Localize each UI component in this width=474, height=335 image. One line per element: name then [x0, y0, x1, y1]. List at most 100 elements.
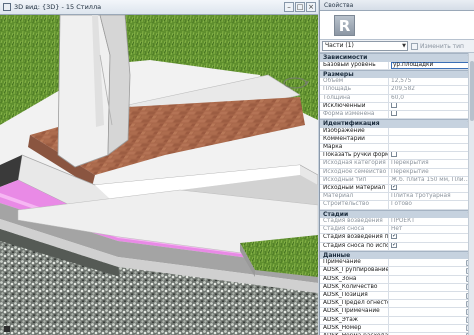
property-row[interactable]: Стадия сноса Нет [320, 226, 474, 235]
view-icon [3, 3, 11, 11]
property-row[interactable]: Материал Плитка тротуарная [320, 193, 474, 202]
property-value-text: Нет [391, 226, 403, 233]
property-value[interactable] [389, 267, 474, 274]
property-checkbox[interactable] [391, 184, 397, 190]
instance-bar: Части (1) ▼ Изменить тип [320, 40, 474, 53]
property-value[interactable] [389, 144, 474, 151]
view-titlebar[interactable]: 3D вид: {3D} - 15 Стилла – □ × [0, 0, 318, 15]
property-name: ADSK_Количество [320, 283, 389, 291]
close-button[interactable]: × [306, 2, 316, 12]
property-value: 209,582 [389, 86, 474, 93]
property-checkbox[interactable] [391, 152, 397, 158]
property-row[interactable]: Исходное семейство Перекрытие [320, 168, 474, 177]
property-row[interactable]: Базовый уровень ур.площадки [320, 61, 474, 70]
property-group-header[interactable]: Данные⌃ [320, 250, 474, 260]
property-row[interactable]: ADSK_Количество [320, 283, 474, 292]
property-row[interactable]: ADSK_Этаж [320, 316, 474, 325]
property-name: Исходное семейство [320, 168, 389, 176]
property-row[interactable]: Площадь 209,582 [320, 86, 474, 95]
property-value[interactable] [389, 152, 474, 159]
properties-scrollbar[interactable] [468, 53, 474, 335]
property-value[interactable] [389, 110, 474, 118]
property-value-text: ПРОЕКТ [391, 218, 415, 224]
property-value[interactable] [389, 292, 474, 299]
property-value-text: Ж.б. плита 150 мм, Пли... [391, 176, 470, 183]
property-row[interactable]: Исключенный [320, 102, 474, 111]
property-row[interactable]: Исходный материал [320, 184, 474, 194]
property-value[interactable] [389, 284, 474, 291]
property-row[interactable]: Стадия возведения ПРОЕКТ [320, 218, 474, 227]
property-name: Примечание [320, 259, 389, 267]
property-group-label: Идентификация [323, 120, 380, 128]
property-value[interactable] [389, 300, 474, 307]
instance-filter-dropdown[interactable]: Части (1) ▼ [322, 41, 408, 51]
property-row[interactable]: ADSK_Номер [320, 324, 474, 333]
properties-palette[interactable]: Свойства R Части (1) ▼ Изменить тип Зави… [319, 0, 474, 335]
property-group-header[interactable]: Идентификация⌃ [320, 119, 474, 128]
property-name: ADSK_Примечание [320, 308, 389, 316]
property-group-header[interactable]: Стадии⌃ [320, 209, 474, 218]
property-checkbox[interactable] [391, 242, 397, 248]
property-row[interactable]: Исходная категория Перекрытия [320, 160, 474, 169]
property-edit-field[interactable]: ур.площадки [391, 61, 474, 69]
property-row[interactable]: ADSK_Зона [320, 275, 474, 284]
property-value[interactable]: ур.площадки [389, 61, 474, 69]
property-row[interactable]: ADSK_Позиция [320, 292, 474, 301]
property-value[interactable] [389, 259, 474, 266]
property-value[interactable] [389, 276, 474, 283]
property-row[interactable]: Комментарии [320, 135, 474, 144]
edit-type-icon [411, 42, 418, 50]
view-title: 3D вид: {3D} - 15 Стилла [14, 3, 102, 11]
property-row[interactable]: Марка [320, 144, 474, 153]
scrollbar-thumb[interactable] [470, 61, 474, 121]
property-name: Комментарии [320, 135, 389, 143]
property-name: Изображение [320, 127, 389, 135]
type-selector[interactable]: R [320, 11, 474, 40]
property-value-text: 60,0 [391, 94, 404, 101]
property-name: Исходный тип [320, 176, 389, 184]
property-value[interactable] [389, 102, 474, 110]
edit-type-button[interactable]: Изменить тип [411, 41, 464, 51]
property-group-label: Зависимости [323, 54, 368, 61]
property-value[interactable] [389, 136, 474, 143]
property-row[interactable]: Форма изменена [320, 110, 474, 120]
property-row[interactable]: Стадия сноса по испол... [320, 242, 474, 251]
property-value[interactable] [389, 317, 474, 324]
3d-view-window[interactable]: 3D вид: {3D} - 15 Стилла – □ × [0, 0, 318, 335]
property-value[interactable] [389, 242, 474, 250]
property-row[interactable]: Строительство Готово [320, 201, 474, 210]
property-row[interactable]: Показать ручки формы [320, 152, 474, 161]
property-value[interactable] [389, 128, 474, 135]
property-value[interactable] [389, 234, 474, 241]
3d-viewport-canvas[interactable] [0, 15, 318, 335]
property-row[interactable]: Примечание [320, 259, 474, 268]
minimize-button[interactable]: – [284, 2, 294, 12]
property-row[interactable]: ADSK_Примечание [320, 308, 474, 317]
property-value[interactable] [389, 325, 474, 332]
property-value-text: Перекрытие [391, 168, 429, 175]
property-value[interactable] [389, 308, 474, 315]
property-row[interactable]: Изображение [320, 127, 474, 136]
property-row[interactable]: Исходный тип Ж.б. плита 150 мм, Пли... [320, 176, 474, 185]
property-group-header[interactable]: Размеры⌃ [320, 69, 474, 79]
property-name: Строительство [320, 201, 389, 209]
property-value: ПРОЕКТ [389, 218, 474, 225]
maximize-button[interactable]: □ [295, 2, 305, 12]
property-row[interactable]: Объем 12,575 [320, 78, 474, 87]
properties-grid[interactable]: Зависимости⌃Базовый уровеньур.площадкиРа… [320, 53, 474, 335]
property-row[interactable]: Толщина 60,0 [320, 94, 474, 103]
property-value[interactable] [389, 184, 474, 192]
property-name: Стадия сноса [320, 226, 389, 234]
property-row[interactable]: Стадия возведения по ... [320, 234, 474, 243]
property-checkbox[interactable] [391, 102, 397, 108]
property-name: Исходный материал [320, 184, 389, 193]
property-row[interactable]: ADSK_Предел огнестой... [320, 300, 474, 309]
property-name: Материал [320, 193, 389, 201]
property-group-header[interactable]: Зависимости⌃ [320, 53, 474, 62]
instance-filter-label: Части (1) [325, 42, 354, 49]
edit-type-label: Изменить тип [420, 42, 464, 50]
property-name: Исходная категория [320, 160, 389, 168]
property-row[interactable]: ADSK_Группирование [320, 267, 474, 276]
property-checkbox[interactable] [391, 234, 397, 240]
property-value: Ж.б. плита 150 мм, Пли... [389, 177, 474, 184]
